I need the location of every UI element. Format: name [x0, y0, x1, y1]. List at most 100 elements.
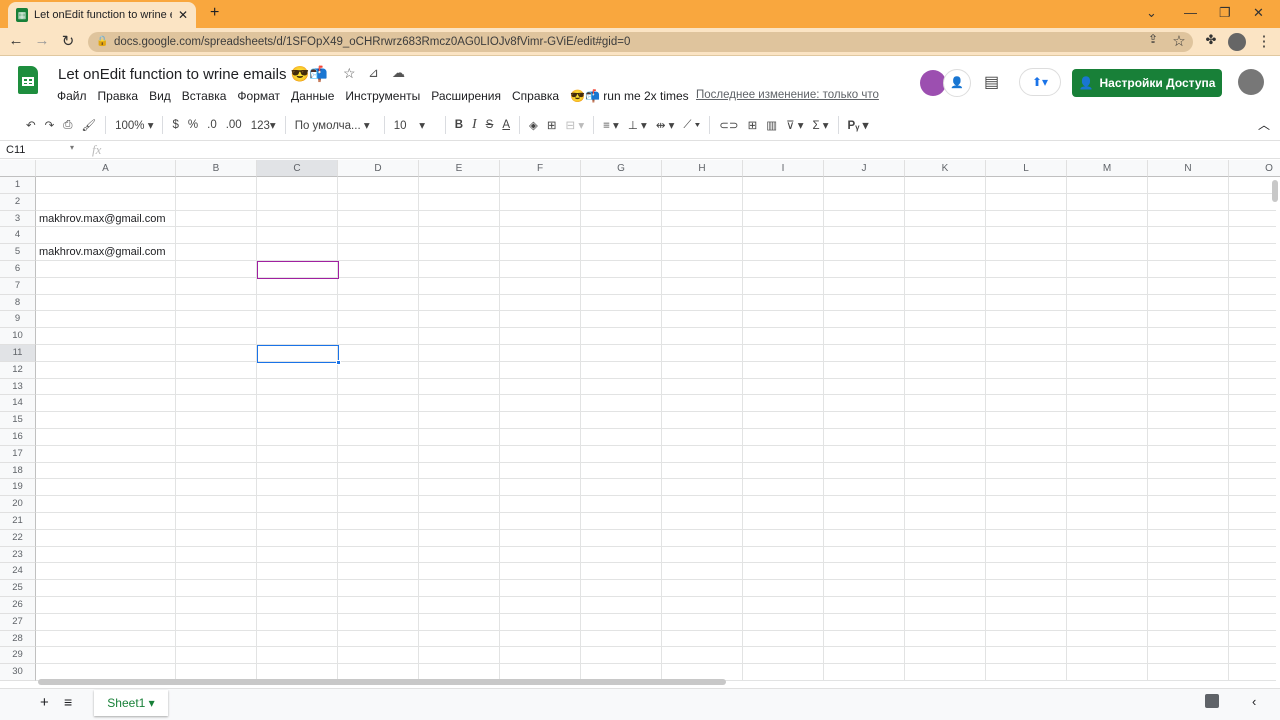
star-icon[interactable]: ☆	[343, 65, 356, 82]
comments-icon[interactable]: ▤	[984, 72, 999, 92]
currency-button[interactable]: $	[172, 119, 178, 131]
select-all-corner[interactable]	[0, 160, 36, 177]
row-header[interactable]: 19	[0, 479, 36, 497]
minimize-icon[interactable]: —	[1184, 5, 1197, 20]
row-header[interactable]: 25	[0, 580, 36, 597]
row-header[interactable]: 22	[0, 529, 36, 547]
extensions-icon[interactable]: ✤	[1201, 32, 1221, 48]
zoom-select[interactable]: 100% ▾	[115, 118, 153, 132]
decrease-decimal-button[interactable]: .0	[207, 119, 217, 131]
sheets-logo[interactable]	[18, 66, 38, 94]
column-header[interactable]: G	[581, 160, 662, 177]
row-header[interactable]: 26	[0, 597, 36, 614]
row-header[interactable]: 9	[0, 311, 36, 329]
column-header[interactable]: C	[257, 160, 338, 177]
move-to-drive-icon[interactable]: ⊿	[368, 65, 379, 81]
browser-menu-icon[interactable]: ⋮	[1254, 32, 1274, 50]
close-tab-icon[interactable]: ✕	[178, 8, 188, 22]
row-header[interactable]: 2	[0, 193, 36, 211]
row-header[interactable]: 14	[0, 395, 36, 413]
menu-item[interactable]: Вид	[149, 89, 171, 103]
bookmark-star-icon[interactable]: ☆	[1169, 32, 1189, 50]
menu-item[interactable]: Формат	[237, 89, 280, 103]
borders-icon[interactable]: ⊞	[547, 118, 557, 132]
font-select[interactable]: По умолча... ▾	[295, 118, 375, 132]
row-header[interactable]: 20	[0, 496, 36, 513]
row-header[interactable]: 1	[0, 177, 36, 194]
paint-format-icon[interactable]: 🖌	[81, 118, 96, 132]
row-header[interactable]: 18	[0, 462, 36, 480]
new-tab-icon[interactable]: +	[210, 4, 219, 22]
row-header[interactable]: 12	[0, 361, 36, 379]
menu-item[interactable]: Вставка	[182, 89, 227, 103]
chart-icon[interactable]: ▥	[766, 118, 777, 132]
back-icon[interactable]: ←	[6, 32, 26, 49]
side-panel-toggle-icon[interactable]: ‹	[1252, 694, 1256, 709]
row-header[interactable]: 6	[0, 261, 36, 278]
lock-icon[interactable]: 🔒	[96, 36, 108, 47]
close-window-icon[interactable]: ✕	[1253, 5, 1264, 21]
column-header[interactable]: F	[500, 160, 581, 177]
print-icon[interactable]: ⎙	[63, 119, 72, 132]
meet-icon[interactable]: 👤	[943, 69, 971, 97]
browser-tab[interactable]: ▦ Let onEdit function to wrine emails ✕	[8, 2, 196, 28]
menu-item[interactable]: Инструменты	[345, 89, 420, 103]
row-header[interactable]: 27	[0, 613, 36, 631]
strikethrough-icon[interactable]: S	[486, 119, 494, 131]
row-header[interactable]: 8	[0, 294, 36, 312]
font-size-select[interactable]: 10 ▾	[394, 118, 436, 132]
functions-icon[interactable]: Σ ▾	[812, 118, 828, 132]
present-button[interactable]: ⬆▾	[1019, 68, 1061, 96]
last-edit-link[interactable]: Последнее изменение: только что	[696, 89, 879, 101]
column-header[interactable]: O	[1229, 160, 1280, 177]
row-header[interactable]: 13	[0, 378, 36, 396]
row-header[interactable]: 7	[0, 277, 36, 295]
selected-cell[interactable]	[257, 345, 339, 363]
undo-icon[interactable]: ↶	[26, 118, 36, 132]
share-page-icon[interactable]: ⇪	[1143, 32, 1163, 46]
add-sheet-icon[interactable]: +	[40, 694, 49, 711]
reload-icon[interactable]: ↻	[58, 32, 78, 50]
account-avatar[interactable]	[1238, 69, 1264, 95]
more-formats-button[interactable]: 123▾	[251, 118, 276, 132]
row-header[interactable]: 21	[0, 513, 36, 530]
name-box[interactable]: C11	[6, 144, 25, 156]
menu-item[interactable]: Расширения	[431, 89, 501, 103]
tab-search-icon[interactable]: ⌄	[1146, 5, 1157, 21]
profile-avatar[interactable]	[1228, 33, 1246, 51]
column-header[interactable]: H	[662, 160, 743, 177]
collapse-menu-icon[interactable]: ︿	[1258, 116, 1270, 133]
menu-item[interactable]: Справка	[512, 89, 559, 103]
sheet-tab[interactable]: Sheet1 ▾	[94, 690, 168, 716]
document-title[interactable]: Let onEdit function to wrine emails 😎📬	[58, 65, 328, 83]
rotate-icon[interactable]: ⟋ ▾	[683, 119, 700, 132]
url-input[interactable]: docs.google.com/spreadsheets/d/1SFOpX49_…	[88, 32, 1193, 52]
row-header[interactable]: 17	[0, 445, 36, 463]
row-header[interactable]: 10	[0, 328, 36, 345]
column-header[interactable]: I	[743, 160, 824, 177]
row-header[interactable]: 16	[0, 429, 36, 446]
column-header[interactable]: K	[905, 160, 986, 177]
share-button[interactable]: 👤 Настройки Доступа	[1072, 69, 1222, 97]
row-header[interactable]: 4	[0, 227, 36, 245]
column-header[interactable]: D	[338, 160, 419, 177]
cell[interactable]: makhrov.max@gmail.com	[36, 244, 166, 261]
column-header[interactable]: N	[1148, 160, 1229, 177]
row-header[interactable]: 11	[0, 345, 36, 362]
row-header[interactable]: 24	[0, 563, 36, 581]
forward-icon[interactable]: →	[32, 32, 52, 49]
column-header[interactable]: M	[1067, 160, 1148, 177]
all-sheets-icon[interactable]: ≡	[64, 694, 72, 710]
column-header[interactable]: J	[824, 160, 905, 177]
row-header[interactable]: 5	[0, 244, 36, 261]
horizontal-scrollbar[interactable]	[38, 679, 726, 685]
wrap-icon[interactable]: ⇹ ▾	[656, 118, 675, 132]
menu-item[interactable]: Данные	[291, 89, 334, 103]
column-header[interactable]: E	[419, 160, 500, 177]
restore-icon[interactable]: ❐	[1219, 5, 1231, 21]
vertical-align-icon[interactable]: ⊥ ▾	[628, 118, 647, 132]
row-header[interactable]: 15	[0, 412, 36, 429]
input-tools-icon[interactable]: Pᵧ ▾	[848, 118, 869, 132]
vertical-scrollbar[interactable]	[1272, 180, 1278, 202]
cell[interactable]: makhrov.max@gmail.com	[36, 211, 166, 228]
